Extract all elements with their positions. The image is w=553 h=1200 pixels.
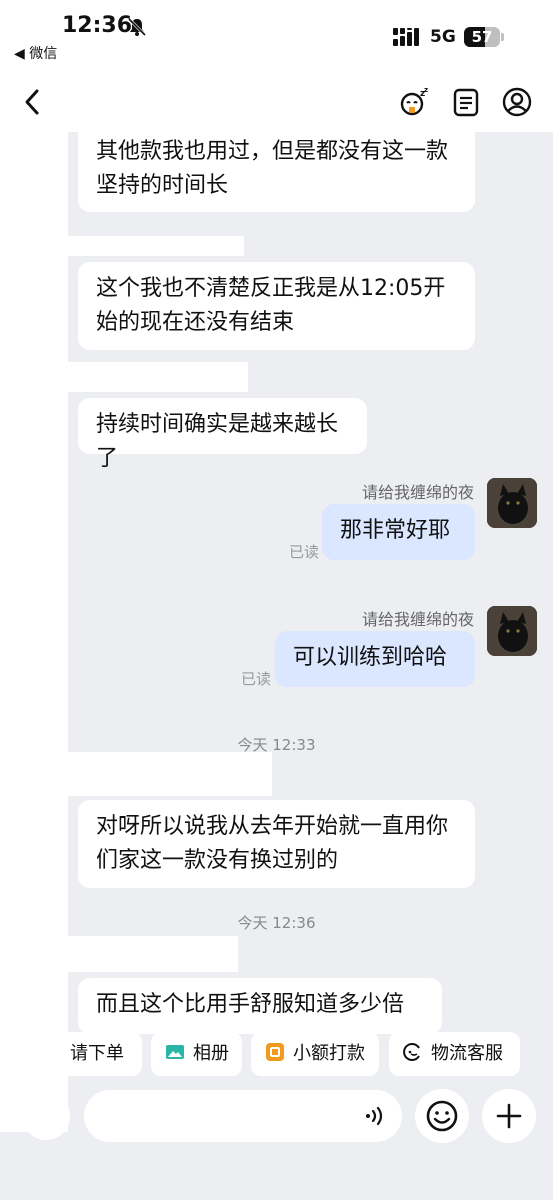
- timestamp: 今天 12:36: [237, 914, 316, 932]
- cat-avatar-icon: [487, 478, 537, 528]
- signal-icon: [393, 28, 419, 46]
- back-to-wechat-link[interactable]: ◀ 微信: [14, 43, 57, 63]
- message-bubble-sent[interactable]: 可以训练到哈哈: [275, 631, 475, 687]
- quick-action-label: 请下单: [70, 1043, 124, 1064]
- message-bubble-sent[interactable]: 那非常好耶: [322, 504, 475, 560]
- logistics-service-icon: [403, 1043, 420, 1061]
- emoji-button[interactable]: [415, 1089, 469, 1143]
- emoji-icon: [426, 1100, 458, 1132]
- battery-tip: [501, 33, 504, 41]
- notes-icon[interactable]: [450, 86, 482, 118]
- quick-action-label: 相册: [193, 1043, 229, 1064]
- read-receipt: 已读: [289, 543, 320, 561]
- quick-action-order[interactable]: 请下单: [56, 1032, 142, 1076]
- back-icon[interactable]: [22, 88, 42, 116]
- message-bubble-received[interactable]: 而且这个比用手舒服知道多少倍: [78, 978, 442, 1034]
- status-time: 12:36: [62, 13, 133, 38]
- add-more-button[interactable]: [482, 1089, 536, 1143]
- quick-action-label: 物流客服: [431, 1043, 503, 1064]
- redacted-area: [68, 936, 238, 972]
- album-icon: [166, 1045, 184, 1059]
- profile-icon[interactable]: [501, 86, 533, 118]
- status-bar: 12:36 ◀ 微信 5G 57: [0, 0, 553, 70]
- redacted-area: [22, 1092, 70, 1140]
- sender-name: 请给我缠绵的夜: [361, 610, 474, 629]
- sender-name: 请给我缠绵的夜: [361, 483, 474, 502]
- quick-action-label: 小额打款: [293, 1043, 365, 1064]
- redacted-area: [68, 236, 244, 256]
- quick-action-logistics[interactable]: 物流客服: [389, 1032, 520, 1076]
- message-bubble-received[interactable]: 其他款我也用过，但是都没有这一款坚持的时间长: [78, 129, 475, 212]
- mute-bell-icon: [127, 17, 147, 37]
- message-input[interactable]: [84, 1090, 402, 1142]
- svg-text:z: z: [424, 86, 428, 94]
- chat-header: z z: [0, 70, 553, 132]
- redacted-area: [0, 132, 68, 1132]
- timestamp: 今天 12:33: [237, 736, 316, 754]
- chat-title-redacted: [68, 84, 222, 120]
- payment-icon: [266, 1043, 284, 1061]
- avatar[interactable]: [487, 478, 537, 528]
- sleep-mode-icon[interactable]: z z: [398, 86, 430, 118]
- network-type: 5G: [430, 27, 456, 47]
- message-bubble-received[interactable]: 对呀所以说我从去年开始就一直用你们家这一款没有换过别的: [78, 800, 475, 888]
- battery-percent: 57: [471, 28, 493, 46]
- quick-action-payment[interactable]: 小额打款: [251, 1032, 379, 1076]
- avatar[interactable]: [487, 606, 537, 656]
- cat-avatar-icon: [487, 606, 537, 656]
- voice-icon[interactable]: [364, 1104, 388, 1128]
- plus-icon: [496, 1103, 522, 1129]
- quick-action-album[interactable]: 相册: [151, 1032, 242, 1076]
- message-bubble-received[interactable]: 这个我也不清楚反正我是从12:05开始的现在还没有结束: [78, 262, 475, 350]
- message-bubble-received[interactable]: 持续时间确实是越来越长了: [78, 398, 367, 471]
- redacted-area: [68, 752, 272, 796]
- read-receipt: 已读: [241, 670, 272, 688]
- redacted-area: [68, 362, 248, 392]
- battery-icon: 57: [464, 27, 500, 47]
